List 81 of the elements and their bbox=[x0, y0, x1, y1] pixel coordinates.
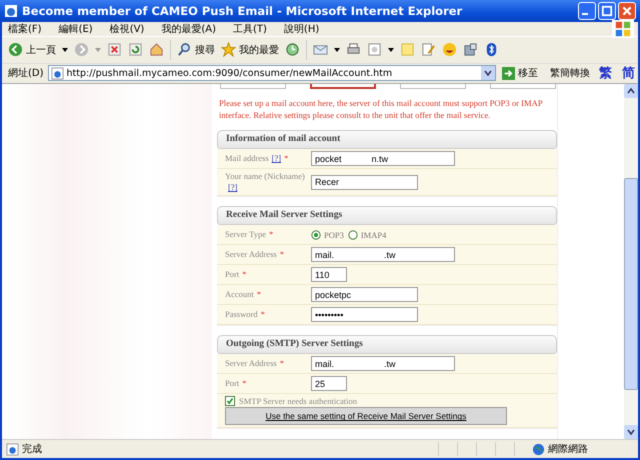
scroll-down-icon[interactable] bbox=[624, 425, 638, 440]
smiley-icon[interactable] bbox=[442, 42, 457, 58]
field-label: Mail address bbox=[225, 153, 269, 164]
input-field[interactable]: 110 bbox=[311, 267, 347, 282]
field-label: Server Address bbox=[225, 249, 277, 260]
page-icon bbox=[50, 66, 64, 80]
menu-item[interactable]: 我的最愛(A) bbox=[161, 22, 216, 36]
star-icon bbox=[221, 42, 236, 58]
required-mark: * bbox=[269, 229, 274, 240]
copy-settings-button[interactable]: Use the same setting of Receive Mail Server Settings bbox=[225, 407, 507, 426]
scroll-up-icon[interactable] bbox=[624, 84, 638, 98]
home-icon[interactable] bbox=[149, 42, 164, 58]
favorites-button[interactable]: 我的最愛 bbox=[221, 42, 279, 58]
go-arrow-icon bbox=[502, 66, 515, 80]
required-mark: * bbox=[256, 289, 262, 300]
input-field[interactable]: mail. .tw bbox=[311, 356, 455, 372]
field-label: Port bbox=[225, 269, 240, 280]
help-link[interactable]: [?] bbox=[228, 182, 238, 192]
menu-item[interactable]: 工具(T) bbox=[233, 22, 267, 36]
zone-text: 網際網路 bbox=[548, 443, 589, 456]
input-field[interactable]: Recer bbox=[311, 174, 418, 190]
input-field[interactable]: 25 bbox=[311, 376, 347, 392]
status-text: 完成 bbox=[22, 442, 42, 456]
globe-icon bbox=[532, 442, 545, 456]
field-label: Password bbox=[225, 309, 258, 320]
dropdown-icon[interactable] bbox=[481, 66, 495, 80]
required-mark: * bbox=[280, 358, 284, 368]
field-label: Server Type bbox=[225, 229, 266, 240]
traditional-button[interactable]: 繁 bbox=[596, 64, 615, 82]
page-icon[interactable] bbox=[367, 42, 382, 58]
radio-option[interactable]: POP3 bbox=[311, 230, 344, 240]
section-header: Outgoing (SMTP) Server Settings bbox=[217, 335, 557, 354]
required-mark: * bbox=[280, 249, 284, 260]
checkbox-option[interactable]: SMTP Server needs authentication bbox=[225, 396, 357, 406]
minimize-icon bbox=[582, 12, 588, 15]
page-icon bbox=[6, 442, 19, 456]
maximize-icon bbox=[601, 4, 613, 17]
input-field[interactable]: pocket n.tw bbox=[311, 151, 455, 166]
close-button[interactable] bbox=[618, 2, 636, 20]
bluetooth-icon[interactable] bbox=[484, 42, 499, 58]
section-header: Receive Mail Server Settings bbox=[217, 206, 557, 226]
window-title: Become member of CAMEO Push Email - Microsoft Internet Explorer bbox=[22, 4, 464, 18]
field-label: Account bbox=[225, 289, 254, 300]
address-label: 網址(D) bbox=[8, 66, 44, 80]
minimize-button[interactable] bbox=[578, 2, 596, 20]
intro-text: Please set up a mail account here, the server of this mail account must support POP3 or IMAP interface. Relative settings please consult to the unit that offer the mail service. bbox=[219, 97, 544, 122]
required-mark: * bbox=[284, 153, 288, 164]
caret-icon[interactable] bbox=[388, 48, 394, 52]
stop-icon[interactable] bbox=[107, 42, 122, 58]
convert-button[interactable]: 繁簡轉換 bbox=[548, 66, 592, 80]
caret-icon[interactable] bbox=[334, 48, 340, 52]
caret-icon[interactable] bbox=[62, 48, 68, 52]
back-button[interactable]: 上一頁 bbox=[8, 42, 56, 58]
browser-icon bbox=[4, 4, 18, 18]
search-button[interactable]: 搜尋 bbox=[177, 42, 215, 58]
go-button[interactable]: 移至 bbox=[500, 66, 544, 80]
simplified-button[interactable]: 简 bbox=[619, 64, 638, 82]
close-icon bbox=[621, 4, 633, 17]
required-mark: * bbox=[260, 309, 265, 320]
edit-icon[interactable] bbox=[421, 42, 436, 58]
refresh-icon[interactable] bbox=[128, 42, 143, 58]
menu-item[interactable]: 檔案(F) bbox=[8, 22, 42, 36]
scrollbar[interactable] bbox=[624, 84, 638, 440]
input-field[interactable]: pocketpc bbox=[311, 287, 418, 302]
field-label: Port bbox=[225, 378, 240, 388]
required-mark: * bbox=[242, 378, 246, 388]
menu-item[interactable]: 說明(H) bbox=[284, 22, 320, 36]
address-field[interactable]: http://pushmail.mycameo.com:9090/consumer/newMailAccount.htm bbox=[48, 65, 496, 82]
tab[interactable] bbox=[310, 84, 376, 90]
radio-option[interactable]: IMAP4 bbox=[348, 230, 386, 240]
input-field[interactable]: ••••••••• bbox=[311, 307, 418, 322]
menu-item[interactable]: 檢視(V) bbox=[110, 22, 144, 36]
field-label: Server Address bbox=[225, 358, 277, 368]
section-header: Information of mail account bbox=[217, 130, 557, 150]
input-field[interactable]: mail. .tw bbox=[311, 247, 455, 262]
maximize-button[interactable] bbox=[598, 2, 616, 20]
field-label: Your name (Nickname) bbox=[225, 171, 305, 182]
menu-item[interactable]: 編輯(E) bbox=[58, 22, 93, 36]
search-icon bbox=[177, 42, 192, 58]
help-link[interactable]: [?] bbox=[272, 153, 282, 164]
required-mark: * bbox=[242, 269, 246, 280]
